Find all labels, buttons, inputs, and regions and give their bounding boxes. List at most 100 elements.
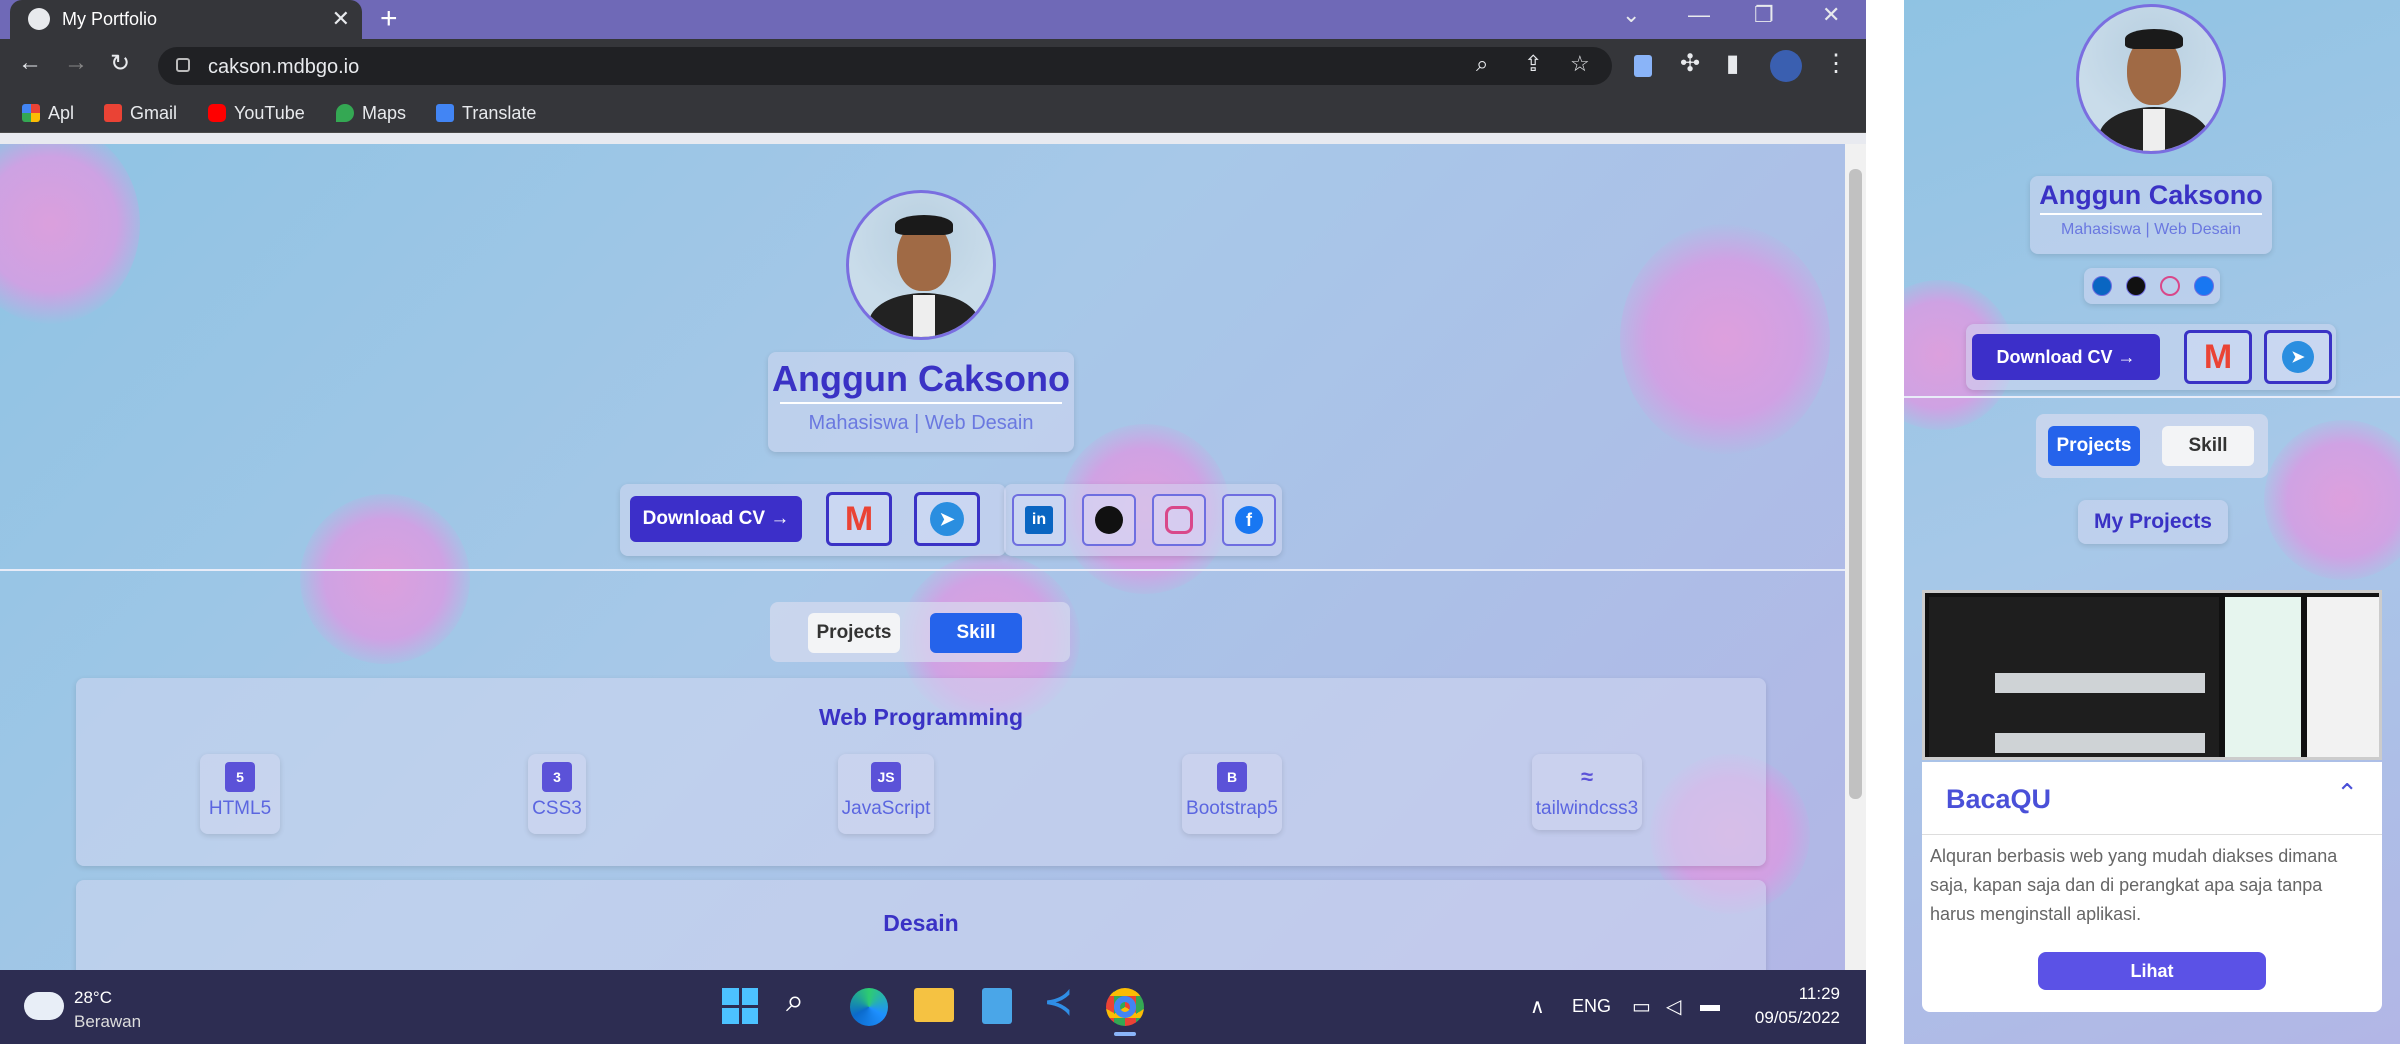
linkedin-icon[interactable]: [2092, 276, 2112, 296]
network-icon[interactable]: ▭: [1632, 994, 1651, 1019]
telegram-button[interactable]: ➤: [914, 492, 980, 546]
vscode-icon[interactable]: ≺: [1044, 982, 1073, 1022]
tab-skill[interactable]: Skill: [930, 613, 1022, 653]
browser-tab[interactable]: My Portfolio ✕: [10, 0, 362, 39]
scrollbar-thumb[interactable]: [1849, 169, 1862, 799]
bookmarks-bar: Apl Gmail YouTube Maps Translate: [0, 93, 1866, 133]
instagram-icon[interactable]: [2160, 276, 2180, 296]
divider: [0, 569, 1845, 571]
project-card: BacaQU ⌃ Alquran berbasis web yang mudah…: [1922, 762, 2382, 1012]
profile-subtitle: Mahasiswa | Web Desain: [808, 412, 1034, 434]
tab-projects[interactable]: Projects: [808, 613, 900, 653]
mobile-contact-group: Download CV → M ➤: [1966, 324, 2336, 390]
bookmark-gmail[interactable]: Gmail: [104, 103, 177, 124]
clock-time[interactable]: 11:29: [1780, 984, 1840, 1004]
globe-icon: [28, 8, 50, 30]
gmail-icon: M: [844, 499, 874, 538]
bookmark-youtube[interactable]: YouTube: [208, 103, 305, 124]
telegram-icon: ➤: [930, 502, 964, 536]
mobile-gmail-button[interactable]: M: [2184, 330, 2252, 384]
linkedin-icon: in: [1025, 506, 1053, 534]
github-button[interactable]: [1082, 494, 1136, 546]
language-indicator[interactable]: ENG: [1572, 996, 1611, 1017]
menu-icon[interactable]: ⋮: [1824, 49, 1848, 78]
desain-card: Desain: [76, 880, 1766, 970]
scrollbar[interactable]: [1845, 144, 1866, 970]
address-bar[interactable]: cakson.mdbgo.io ⌕ ⇪ ☆: [158, 47, 1612, 85]
gmail-icon: [104, 104, 122, 122]
weather-temp[interactable]: 28°C: [74, 988, 112, 1008]
css3-icon: 3: [542, 762, 572, 792]
instagram-button[interactable]: [1152, 494, 1206, 546]
new-tab-button[interactable]: +: [380, 2, 398, 36]
skill-bootstrap5: B Bootstrap5: [1182, 754, 1282, 834]
facebook-icon[interactable]: [2194, 276, 2214, 296]
mobile-profile-name: Anggun Caksono: [2039, 180, 2263, 210]
edge-icon[interactable]: [850, 988, 888, 1026]
url-text[interactable]: cakson.mdbgo.io: [208, 56, 359, 79]
back-icon[interactable]: ←: [18, 49, 42, 77]
maps-icon: [336, 104, 354, 122]
zoom-icon[interactable]: ⌕: [1476, 51, 1488, 77]
linkedin-button[interactable]: in: [1012, 494, 1066, 546]
chevron-up-icon[interactable]: ⌃: [2336, 778, 2358, 809]
github-icon[interactable]: [2126, 276, 2146, 296]
close-tab-icon[interactable]: ✕: [332, 6, 350, 32]
weather-text[interactable]: Berawan: [74, 1012, 141, 1032]
bookmark-maps[interactable]: Maps: [336, 103, 406, 124]
bookmark-star-icon[interactable]: ☆: [1570, 51, 1590, 77]
chrome-icon[interactable]: [1106, 988, 1144, 1026]
close-window-button[interactable]: ✕: [1822, 2, 1840, 28]
skill-css3: 3 CSS3: [528, 754, 586, 834]
decor-blob: [1620, 224, 1830, 454]
puzzle-icon[interactable]: ✣: [1680, 49, 1700, 78]
share-icon[interactable]: ⇪: [1524, 51, 1542, 77]
volume-icon[interactable]: ◁: [1666, 994, 1681, 1019]
facebook-icon: f: [1235, 506, 1263, 534]
project-title: BacaQU: [1946, 784, 2052, 814]
mobile-telegram-button[interactable]: ➤: [2264, 330, 2332, 384]
extension-icon[interactable]: [1634, 55, 1652, 77]
mobile-tab-projects[interactable]: Projects: [2048, 426, 2140, 466]
bookmark-translate[interactable]: Translate: [436, 103, 536, 124]
reload-icon[interactable]: ↻: [110, 49, 130, 78]
battery-icon[interactable]: ▬: [1700, 994, 1720, 1017]
weather-icon[interactable]: [24, 992, 64, 1020]
start-icon[interactable]: [722, 988, 758, 1024]
bookmark-apl[interactable]: Apl: [22, 103, 74, 124]
download-cv-button[interactable]: Download CV →: [630, 496, 802, 542]
minimize-button[interactable]: —: [1688, 2, 1710, 28]
avatar: [846, 190, 996, 340]
section-tabs: Projects Skill: [770, 602, 1070, 662]
taskbar: 28°C Berawan ⌕ ≺ ∧ ENG ▭ ◁ ▬ 11:29 09/05…: [0, 970, 1866, 1044]
notepad-icon[interactable]: [982, 988, 1012, 1024]
lihat-button[interactable]: Lihat: [2038, 952, 2266, 990]
profile-avatar[interactable]: [1770, 50, 1802, 82]
github-icon: [1095, 506, 1123, 534]
facebook-button[interactable]: f: [1222, 494, 1276, 546]
tailwind-icon: ≈: [1580, 764, 1594, 789]
social-group: in f: [1004, 484, 1282, 556]
browser-tab-bar: My Portfolio ✕ + ⌄ — ❐ ✕: [0, 0, 1866, 39]
tab-search-icon[interactable]: ⌄: [1622, 2, 1640, 28]
tray-chevron-icon[interactable]: ∧: [1530, 994, 1545, 1019]
mobile-tab-skill[interactable]: Skill: [2162, 426, 2254, 466]
web-programming-card: Web Programming 5 HTML5 3 CSS3 JS JavaScrip…: [76, 678, 1766, 866]
clock-date[interactable]: 09/05/2022: [1750, 1008, 1840, 1028]
youtube-icon: [208, 104, 226, 122]
side-panel-icon[interactable]: ▮: [1726, 49, 1739, 78]
mobile-section-tabs: Projects Skill: [2036, 414, 2268, 478]
desain-title: Desain: [883, 910, 959, 936]
mobile-download-cv-button[interactable]: Download CV →: [1972, 334, 2160, 380]
html5-icon: 5: [225, 762, 255, 792]
lock-icon: [176, 58, 190, 72]
browser-toolbar: ← → ↻ cakson.mdbgo.io ⌕ ⇪ ☆ ✣ ▮ ⋮: [0, 39, 1866, 93]
restore-button[interactable]: ❐: [1754, 2, 1774, 28]
my-projects-title: My Projects: [2078, 500, 2228, 544]
gmail-button[interactable]: M: [826, 492, 892, 546]
file-explorer-icon[interactable]: [914, 988, 954, 1022]
search-icon[interactable]: ⌕: [786, 982, 804, 1020]
apps-grid-icon: [22, 104, 40, 122]
decor-blob: [300, 494, 470, 664]
forward-icon[interactable]: →: [64, 49, 88, 77]
